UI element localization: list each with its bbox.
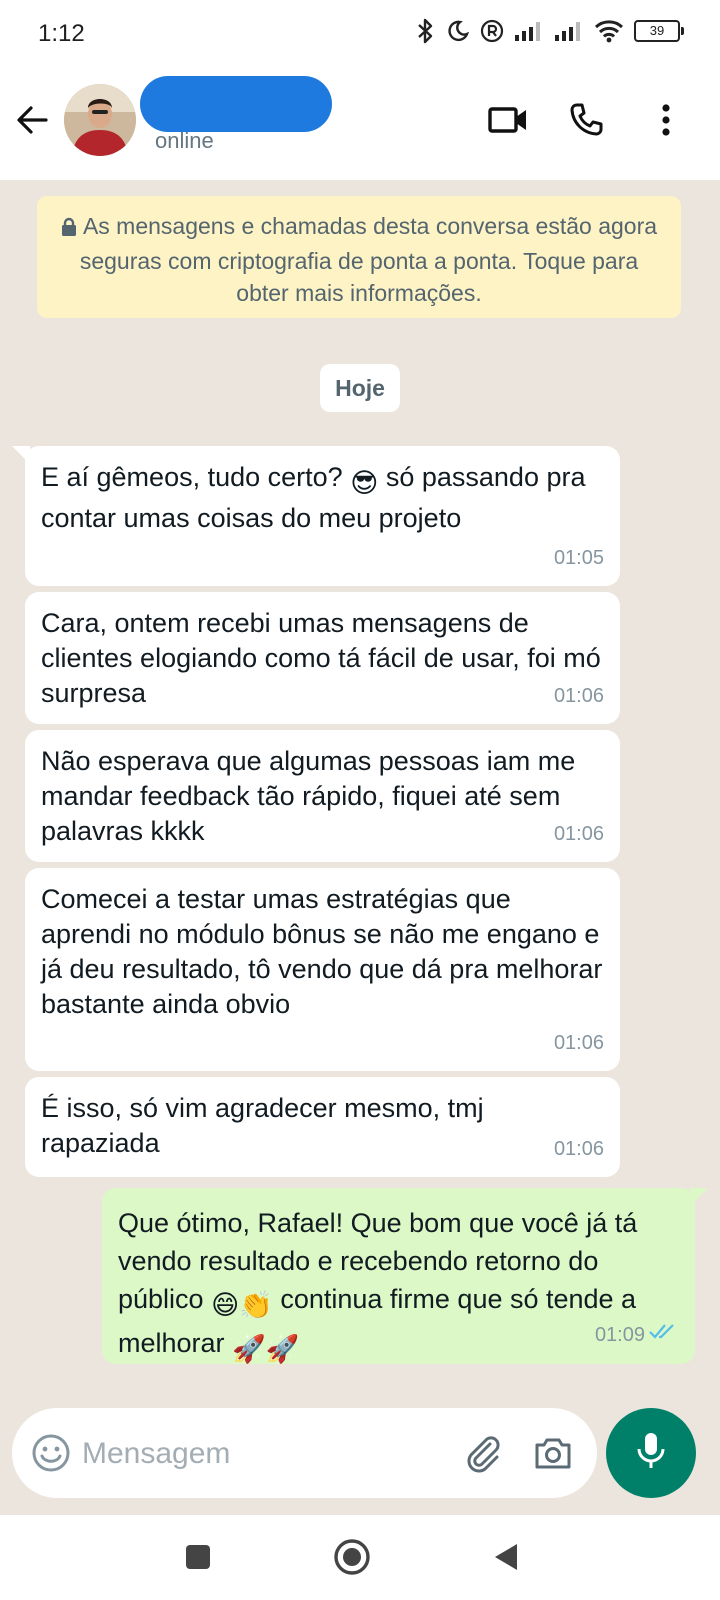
sunglasses-emoji: 😎	[350, 468, 379, 498]
signal-icon	[514, 20, 544, 42]
message-text: Comecei a testar umas estratégias que ap…	[41, 884, 603, 1019]
date-chip: Hoje	[320, 364, 400, 412]
mic-button[interactable]	[606, 1408, 696, 1498]
incoming-message[interactable]: Cara, ontem recebi umas mensagens de cli…	[25, 592, 620, 724]
attach-icon[interactable]	[462, 1432, 504, 1474]
lock-icon	[61, 213, 77, 245]
outgoing-message[interactable]: Que ótimo, Rafael! Que bom que você já t…	[102, 1188, 695, 1364]
contact-status: online	[155, 128, 214, 153]
incoming-message[interactable]: É isso, só vim agradecer mesmo, tmj rapa…	[25, 1077, 620, 1177]
wifi-icon	[594, 19, 624, 43]
message-text: E aí gêmeos, tudo certo? 😎 só passando p…	[41, 460, 604, 536]
home-icon[interactable]	[330, 1535, 374, 1579]
incoming-message[interactable]: Comecei a testar umas estratégias que ap…	[25, 868, 620, 1071]
system-nav-bar	[0, 1515, 720, 1600]
message-time: 01:05	[553, 547, 604, 569]
do-not-disturb-moon-icon	[446, 19, 470, 43]
message-text: Cara, ontem recebi umas mensagens de cli…	[41, 608, 601, 708]
chat-area[interactable]: As mensagens e chamadas desta conversa e…	[0, 180, 720, 1515]
grin-clap-emoji: 😄👏	[211, 1290, 273, 1320]
message-composer	[12, 1408, 597, 1498]
signal-icon	[554, 20, 584, 42]
back-triangle-icon[interactable]	[484, 1535, 528, 1579]
phone-icon[interactable]	[564, 98, 608, 142]
registered-icon	[480, 19, 504, 43]
status-bar: 1:12 39	[0, 0, 720, 68]
encryption-notice-text: As mensagens e chamadas desta conversa e…	[79, 213, 658, 306]
message-time: 01:06	[553, 685, 604, 707]
status-icons: 39	[416, 18, 684, 44]
message-input[interactable]	[80, 1428, 444, 1480]
status-time: 1:12	[38, 20, 85, 47]
redacted-contact-name	[140, 76, 332, 132]
read-ticks-icon	[649, 1312, 677, 1350]
more-options-icon[interactable]	[644, 98, 688, 142]
mic-icon	[636, 1431, 666, 1476]
message-text: É isso, só vim agradecer mesmo, tmj rapa…	[41, 1093, 484, 1158]
avatar[interactable]	[64, 84, 136, 156]
incoming-message[interactable]: Não esperava que algumas pessoas iam me …	[25, 730, 620, 862]
encryption-notice[interactable]: As mensagens e chamadas desta conversa e…	[37, 196, 681, 318]
incoming-message[interactable]: E aí gêmeos, tudo certo? 😎 só passando p…	[25, 446, 620, 586]
bluetooth-icon	[416, 18, 436, 44]
camera-icon[interactable]	[532, 1432, 574, 1474]
message-text-part: E aí gêmeos, tudo certo?	[41, 462, 351, 492]
message-time: 01:09	[594, 1324, 645, 1346]
battery-icon: 39	[634, 20, 684, 42]
video-call-icon[interactable]	[486, 98, 530, 142]
message-text: Não esperava que algumas pessoas iam me …	[41, 746, 576, 846]
back-arrow-icon[interactable]	[12, 100, 52, 140]
recent-apps-icon[interactable]	[176, 1535, 220, 1579]
emoji-icon[interactable]	[30, 1432, 72, 1474]
message-time: 01:06	[553, 823, 604, 845]
message-time: 01:06	[553, 1138, 604, 1160]
rocket-emoji: 🚀🚀	[232, 1334, 300, 1364]
message-time: 01:06	[553, 1032, 604, 1054]
chat-header: online	[0, 68, 720, 180]
